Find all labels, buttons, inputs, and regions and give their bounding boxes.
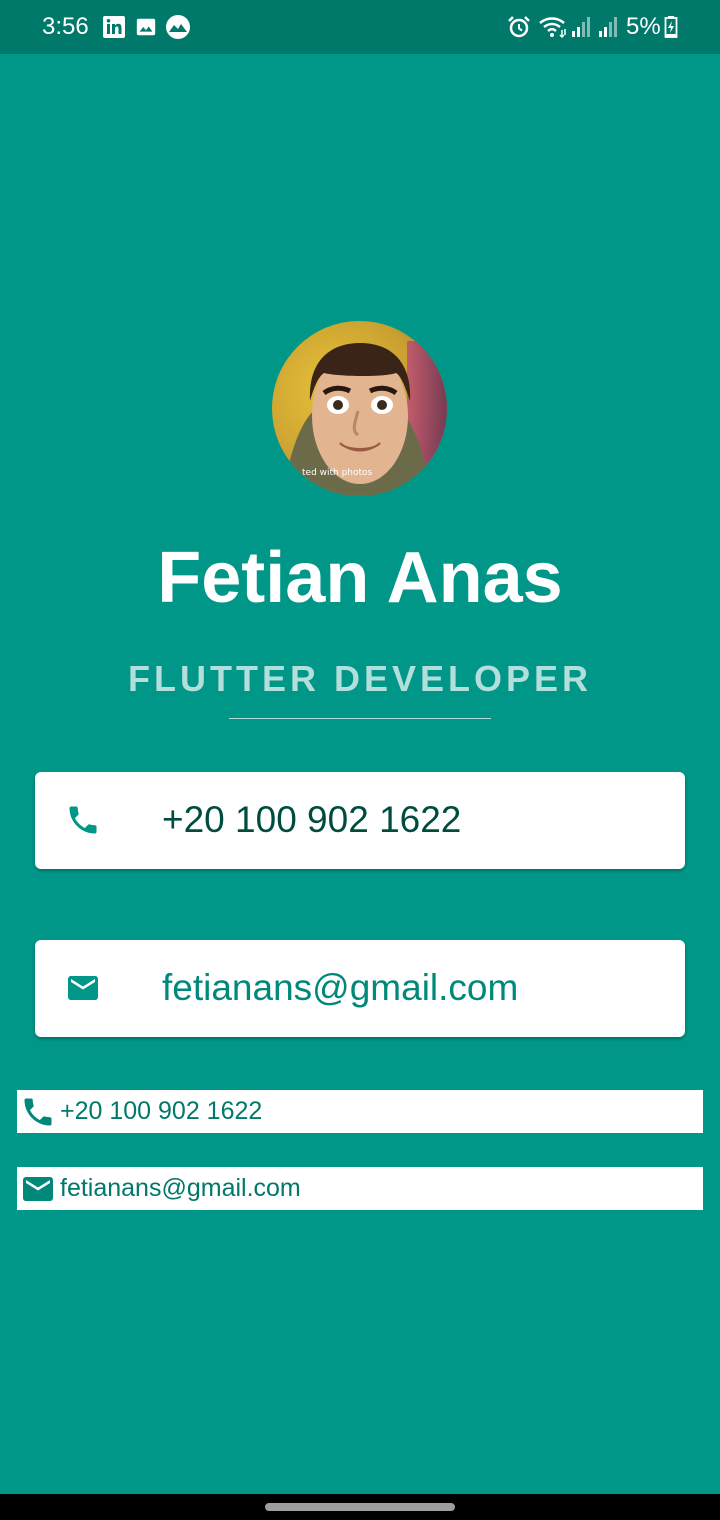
email-row[interactable]: fetianans@gmail.com [17,1167,703,1210]
battery-percentage: 5% [626,13,661,40]
phone-row[interactable]: +20 100 902 1622 [17,1090,703,1133]
home-gesture-handle[interactable] [265,1503,455,1511]
wifi-icon [539,17,566,39]
battery-charging-icon [664,16,678,38]
gallery-icon [136,18,156,36]
email-row-text: fetianans@gmail.com [60,1174,301,1202]
status-bar: 3:56 5% [0,0,720,54]
navigation-bar [0,1494,720,1520]
profile-title: FLUTTER DEVELOPER [127,658,593,699]
email-card[interactable]: fetianans@gmail.com [35,940,685,1037]
linkedin-icon [103,16,125,38]
profile-name: Fetian Anas [157,538,563,618]
phone-card-text: +20 100 902 1622 [162,799,462,840]
app-icon [166,15,190,39]
status-time: 3:56 [42,13,89,40]
phone-card[interactable]: +20 100 902 1622 [35,772,685,869]
email-icon [68,976,98,1000]
phone-icon [69,806,97,834]
phone-row-text: +20 100 902 1622 [60,1097,263,1125]
email-card-text: fetianans@gmail.com [162,967,519,1008]
avatar-watermark: ted with photos [302,468,373,478]
avatar-image: ted with photos [272,321,447,496]
email-icon [23,1177,53,1201]
divider [229,718,491,719]
alarm-icon [508,16,530,38]
avatar: ted with photos [272,321,447,496]
signal-icon [599,17,617,37]
phone-icon [24,1098,52,1126]
signal-icon [572,17,590,37]
